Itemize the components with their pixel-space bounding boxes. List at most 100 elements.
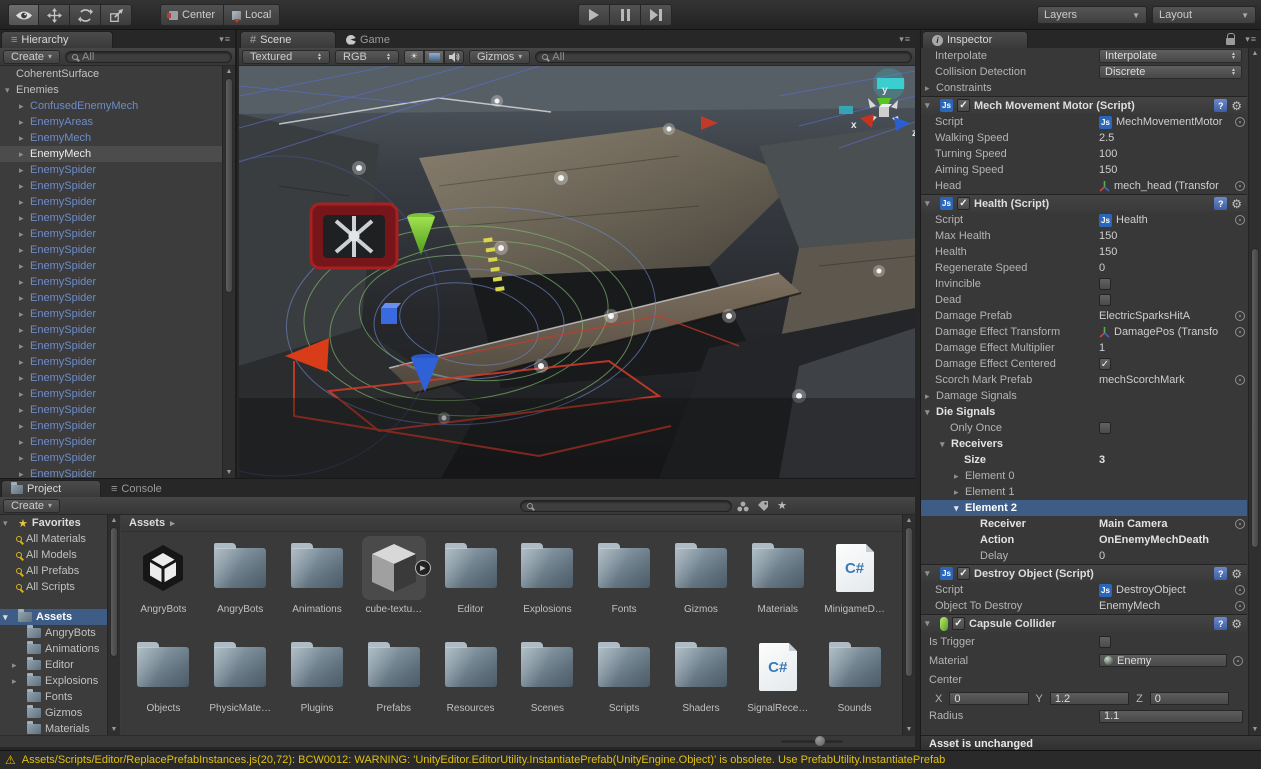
object-picker-icon[interactable]	[1235, 585, 1245, 595]
receiver-field[interactable]: Main Camera	[1099, 518, 1247, 530]
foldout-arrow-icon[interactable]	[19, 245, 30, 256]
asset-item[interactable]: Gizmos	[663, 532, 740, 631]
gizmos-dropdown[interactable]: Gizmos▾	[469, 50, 530, 64]
favorites-item[interactable]: All Models	[0, 547, 119, 563]
scene-search-input[interactable]: All	[535, 51, 912, 63]
hierarchy-item[interactable]: EnemySpider	[0, 226, 235, 242]
foldout-arrow-icon[interactable]	[19, 405, 30, 416]
object-picker-icon[interactable]	[1233, 656, 1243, 666]
tree-item[interactable]: Animations	[0, 641, 119, 657]
asset-item[interactable]: AngryBots	[202, 532, 279, 631]
center-button[interactable]: Center	[160, 4, 224, 26]
only-once-checkbox[interactable]	[1099, 422, 1111, 434]
preview-play-icon[interactable]	[415, 560, 431, 576]
audio-toggle[interactable]	[444, 50, 464, 64]
damage-effect-transform-field[interactable]: DamagePos (Transfo	[1099, 326, 1247, 338]
asset-item[interactable]: cube-textu…	[355, 532, 432, 631]
die-signals-foldout[interactable]: Die Signals	[921, 404, 1247, 420]
scroll-down-icon[interactable]: ▼	[903, 726, 915, 733]
skybox-toggle[interactable]	[424, 50, 444, 64]
hierarchy-item[interactable]: EnemySpider	[0, 450, 235, 466]
head-object-field[interactable]: mech_head (Transfor	[1099, 180, 1247, 192]
lock-icon[interactable]	[1226, 38, 1235, 45]
damage-effect-centered-checkbox[interactable]: ✓	[1099, 358, 1111, 370]
object-picker-icon[interactable]	[1235, 311, 1245, 321]
scene-viewport[interactable]: y x z	[239, 66, 915, 478]
asset-item[interactable]: Objects	[125, 631, 202, 730]
grid-scrollbar[interactable]: ▲ ▼	[902, 515, 915, 735]
foldout-arrow-icon[interactable]	[954, 487, 965, 498]
radius-field[interactable]: 1.1	[1099, 710, 1243, 723]
hierarchy-search-input[interactable]: All	[65, 51, 232, 63]
foldout-arrow-icon[interactable]	[19, 133, 30, 144]
scroll-up-icon[interactable]: ▲	[903, 517, 915, 524]
foldout-arrow-icon[interactable]	[3, 518, 14, 529]
script-field[interactable]: JsDestroyObject	[1099, 584, 1247, 597]
regenerate-speed-field[interactable]: 0	[1099, 262, 1247, 274]
foldout-arrow-icon[interactable]	[925, 198, 936, 209]
panel-menu-icon[interactable]: ▾≡	[219, 34, 231, 45]
scroll-down-icon[interactable]: ▼	[223, 469, 235, 476]
asset-item[interactable]: Sounds	[816, 631, 893, 730]
center-x-field[interactable]: 0	[949, 692, 1028, 705]
foldout-arrow-icon[interactable]	[19, 197, 30, 208]
damage-signals-foldout[interactable]: Damage Signals	[921, 388, 1247, 404]
tree-scrollbar[interactable]: ▲ ▼	[107, 515, 120, 735]
hierarchy-item[interactable]: EnemySpider	[0, 370, 235, 386]
scrollbar-thumb[interactable]	[905, 527, 913, 677]
thumbnail-size-slider[interactable]	[781, 740, 843, 743]
tab-project[interactable]: Project	[1, 480, 101, 497]
panel-menu-icon[interactable]: ▾≡	[899, 34, 911, 45]
scorch-mark-field[interactable]: mechScorchMark	[1099, 374, 1247, 386]
foldout-arrow-icon[interactable]	[19, 117, 30, 128]
walking-speed-field[interactable]: 2.5	[1099, 132, 1247, 144]
scroll-down-icon[interactable]: ▼	[1249, 726, 1261, 733]
object-picker-icon[interactable]	[1235, 601, 1245, 611]
foldout-arrow-icon[interactable]	[19, 101, 30, 112]
hierarchy-item[interactable]: EnemySpider	[0, 242, 235, 258]
foldout-arrow-icon[interactable]	[19, 437, 30, 448]
hierarchy-item[interactable]: EnemySpider	[0, 322, 235, 338]
local-button[interactable]: Local	[224, 4, 280, 26]
foldout-arrow-icon[interactable]	[19, 421, 30, 432]
foldout-arrow-icon[interactable]	[19, 293, 30, 304]
hierarchy-item[interactable]: EnemyMech	[0, 146, 235, 162]
help-icon[interactable]: ?	[1214, 197, 1227, 210]
object-picker-icon[interactable]	[1235, 117, 1245, 127]
foldout-arrow-icon[interactable]	[19, 373, 30, 384]
scrollbar-thumb[interactable]	[110, 527, 118, 657]
tree-item[interactable]: Editor	[0, 657, 119, 673]
foldout-arrow-icon[interactable]	[19, 341, 30, 352]
health-header[interactable]: Js✓Health (Script)?⚙	[921, 194, 1247, 212]
component-enabled-checkbox[interactable]: ✓	[952, 617, 965, 630]
tab-console[interactable]: ≡Console	[102, 480, 188, 497]
inspector-scrollbar[interactable]: ▲ ▼	[1248, 48, 1261, 735]
constraints-foldout[interactable]: Constraints	[921, 80, 1247, 96]
delay-field[interactable]: 0	[1099, 550, 1247, 562]
action-field[interactable]: OnEnemyMechDeath	[1099, 534, 1247, 546]
help-icon[interactable]: ?	[1214, 567, 1227, 580]
scroll-up-icon[interactable]: ▲	[223, 68, 235, 75]
foldout-arrow-icon[interactable]	[954, 471, 965, 482]
gear-icon[interactable]: ⚙	[1231, 617, 1242, 631]
damage-effect-multiplier-field[interactable]: 1	[1099, 342, 1247, 354]
scroll-up-icon[interactable]: ▲	[1249, 50, 1261, 57]
hierarchy-item[interactable]: EnemySpider	[0, 402, 235, 418]
foldout-arrow-icon[interactable]	[3, 612, 14, 623]
component-enabled-checkbox[interactable]: ✓	[957, 197, 970, 210]
health-field[interactable]: 150	[1099, 246, 1247, 258]
size-field[interactable]: 3	[1099, 454, 1247, 466]
create-button[interactable]: Create▾	[3, 50, 60, 64]
hierarchy-item[interactable]: EnemySpider	[0, 434, 235, 450]
hierarchy-item[interactable]: EnemySpider	[0, 338, 235, 354]
tree-item-assets[interactable]: Assets	[0, 609, 119, 625]
layers-dropdown[interactable]: Layers▼	[1037, 6, 1147, 24]
foldout-arrow-icon[interactable]	[19, 389, 30, 400]
rotate-tool-button[interactable]	[70, 4, 101, 26]
filter-favorite-icon[interactable]: ★	[777, 499, 787, 512]
gear-icon[interactable]: ⚙	[1231, 99, 1242, 113]
favorites-item[interactable]: All Prefabs	[0, 563, 119, 579]
layout-dropdown[interactable]: Layout▼	[1152, 6, 1256, 24]
asset-item[interactable]: Scripts	[586, 631, 663, 730]
component-enabled-checkbox[interactable]: ✓	[957, 567, 970, 580]
